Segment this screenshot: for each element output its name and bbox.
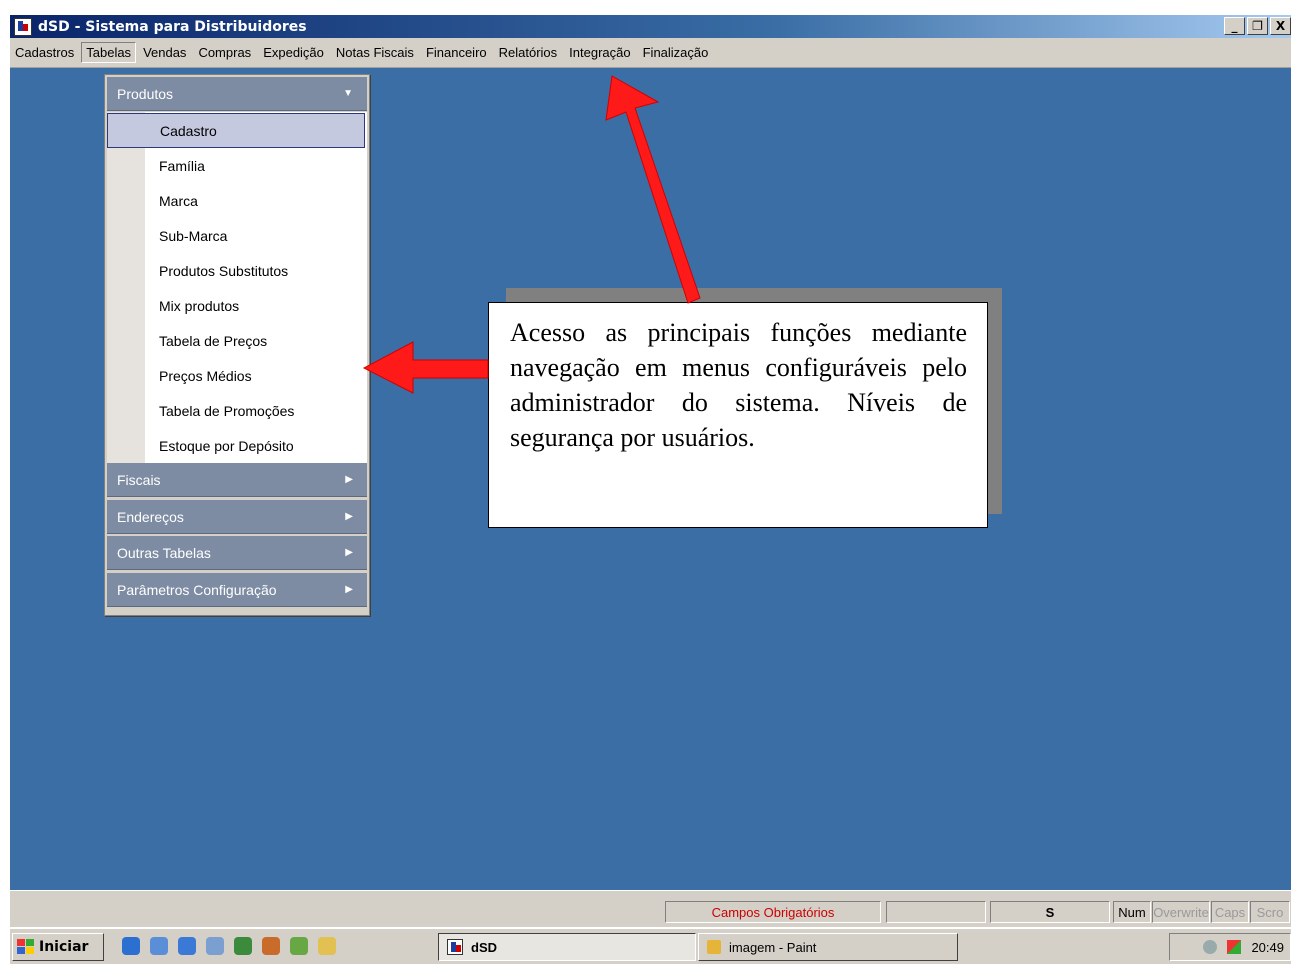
caps-lock-indicator: Caps (1211, 901, 1249, 923)
taskbar: Iniciar dSD imagem - Paint 20:49 (10, 928, 1291, 964)
annotation-callout: Acesso as principais funções mediante na… (488, 302, 988, 528)
submenu-item-estoque-deposito[interactable]: Estoque por Depósito (107, 428, 365, 463)
group-label: Produtos (117, 85, 174, 102)
group-fiscais[interactable]: Fiscais ▶ (107, 463, 367, 497)
group-enderecos[interactable]: Endereços ▶ (107, 500, 367, 534)
web-icon[interactable] (178, 937, 196, 955)
menu-integracao[interactable]: Integração (564, 42, 635, 63)
submenu-item-tabela-promocoes[interactable]: Tabela de Promoções (107, 393, 365, 428)
submenu-item-cadastro[interactable]: Cadastro (107, 113, 365, 148)
submenu-item-sub-marca[interactable]: Sub-Marca (107, 218, 365, 253)
submenu-item-marca[interactable]: Marca (107, 183, 365, 218)
start-label: Iniciar (39, 939, 89, 955)
group-label: Parâmetros Configuração (117, 581, 277, 598)
status-s-indicator: S (990, 901, 1110, 923)
tabelas-dropdown: Produtos ▼ Cadastro Família Marca Sub-Ma… (104, 74, 370, 616)
close-button[interactable]: X (1270, 17, 1291, 35)
group-label: Outras Tabelas (117, 544, 211, 561)
network-icon[interactable] (290, 937, 308, 955)
submenu-item-precos-medios[interactable]: Preços Médios (107, 358, 365, 393)
scroll-lock-indicator: Scro (1250, 901, 1290, 923)
paint-icon (707, 940, 721, 954)
menu-finalizacao[interactable]: Finalização (638, 42, 714, 63)
window-controls: _ ❐ X (1222, 17, 1291, 35)
window-title: dSD - Sistema para Distribuidores (38, 18, 307, 35)
group-produtos[interactable]: Produtos ▼ (107, 77, 367, 111)
dsd-app-icon (14, 17, 32, 36)
required-fields-indicator: Campos Obrigatórios (665, 901, 881, 923)
minimize-button[interactable]: _ (1224, 17, 1245, 35)
restore-button[interactable]: ❐ (1247, 17, 1268, 35)
menubar: Cadastros Tabelas Vendas Compras Expediç… (10, 38, 1291, 68)
statusbar: Campos Obrigatórios S Num Overwrite Caps… (10, 890, 1291, 927)
chevron-right-icon: ▶ (345, 547, 353, 558)
task-label: dSD (471, 939, 497, 955)
submenu-item-familia[interactable]: Família (107, 148, 365, 183)
num-lock-indicator: Num (1113, 901, 1151, 923)
menu-notas-fiscais[interactable]: Notas Fiscais (331, 42, 419, 63)
task-dsd[interactable]: dSD (438, 933, 696, 961)
menu-cadastros[interactable]: Cadastros (10, 42, 79, 63)
menu-expedicao[interactable]: Expedição (258, 42, 329, 63)
task-paint[interactable]: imagem - Paint (698, 933, 958, 961)
produtos-submenu: Cadastro Família Marca Sub-Marca Produto… (107, 112, 367, 482)
start-button[interactable]: Iniciar (12, 933, 104, 961)
menu-relatorios[interactable]: Relatórios (494, 42, 563, 63)
clock[interactable]: 20:49 (1251, 940, 1284, 955)
media-icon[interactable] (206, 937, 224, 955)
system-tray: 20:49 (1169, 933, 1291, 961)
ie-icon[interactable] (122, 937, 140, 955)
folder-icon[interactable] (318, 937, 336, 955)
menu-tabelas[interactable]: Tabelas (81, 42, 137, 63)
outlook-icon[interactable] (150, 937, 168, 955)
chevron-right-icon: ▶ (345, 584, 353, 595)
chevron-down-icon: ▼ (343, 88, 353, 99)
menu-compras[interactable]: Compras (193, 42, 256, 63)
menu-financeiro[interactable]: Financeiro (421, 42, 492, 63)
network-status-icon[interactable] (1203, 940, 1218, 954)
submenu-item-mix-produtos[interactable]: Mix produtos (107, 288, 365, 323)
java-icon[interactable] (262, 937, 280, 955)
dsd-app-icon (447, 939, 463, 955)
group-outras-tabelas[interactable]: Outras Tabelas ▶ (107, 536, 367, 570)
speaker-icon[interactable] (234, 937, 252, 955)
group-label: Endereços (117, 508, 184, 525)
menu-vendas[interactable]: Vendas (138, 42, 191, 63)
group-label: Fiscais (117, 471, 161, 488)
task-label: imagem - Paint (729, 939, 817, 955)
app-tray-icon[interactable] (1227, 940, 1242, 954)
windows-flag-icon (17, 939, 35, 955)
submenu-item-produtos-substitutos[interactable]: Produtos Substitutos (107, 253, 365, 288)
chevron-right-icon: ▶ (345, 511, 353, 522)
overwrite-indicator: Overwrite (1152, 901, 1210, 923)
chevron-right-icon: ▶ (345, 474, 353, 485)
window-titlebar[interactable]: dSD - Sistema para Distribuidores _ ❐ X (10, 15, 1291, 38)
submenu-item-tabela-precos[interactable]: Tabela de Preços (107, 323, 365, 358)
group-parametros-configuracao[interactable]: Parâmetros Configuração ▶ (107, 573, 367, 607)
status-empty-cell (886, 901, 986, 923)
